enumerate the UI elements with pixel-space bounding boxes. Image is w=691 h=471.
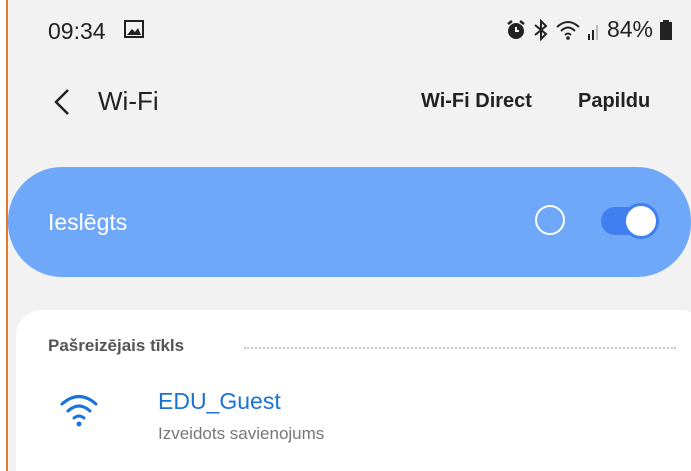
network-ssid: EDU_Guest <box>158 388 281 414</box>
current-network-card: Pašreizējais tīkls EDU_Guest Izveidots s… <box>16 310 691 471</box>
wifi-signal-icon <box>555 19 581 41</box>
cell-signal-icon <box>587 19 601 41</box>
section-title: Pašreizējais tīkls <box>48 336 185 355</box>
section-divider <box>244 347 676 349</box>
app-header: Wi-Fi Wi-Fi Direct Papildu <box>8 62 691 142</box>
bluetooth-icon <box>533 18 549 41</box>
wifi-icon <box>58 390 100 430</box>
wifi-switch[interactable] <box>597 203 661 239</box>
wifi-direct-button[interactable]: Wi-Fi Direct <box>421 90 532 113</box>
status-circle-icon <box>535 205 565 235</box>
network-list-item[interactable]: EDU_Guest Izveidots savienojums <box>16 376 691 446</box>
status-bar: 09:34 84% <box>8 0 691 62</box>
more-options-button[interactable]: Papildu <box>578 90 650 113</box>
battery-icon <box>659 19 673 41</box>
wifi-toggle-card[interactable]: Ieslēgts <box>8 167 691 277</box>
alarm-icon <box>505 19 527 41</box>
switch-thumb <box>623 203 659 239</box>
frame-edge <box>0 0 8 471</box>
wifi-state-label: Ieslēgts <box>48 209 128 235</box>
wifi-settings-screen: 09:34 84% Wi-Fi Wi-Fi Direct Papildu Ies… <box>8 0 691 471</box>
page-title: Wi-Fi <box>98 86 159 116</box>
network-status: Izveidots savienojums <box>158 424 325 443</box>
back-arrow-icon[interactable] <box>50 86 76 118</box>
status-time: 09:34 <box>48 18 106 44</box>
status-icons: 84% <box>505 16 673 43</box>
image-icon <box>124 20 144 38</box>
phone-screen-frame: 09:34 84% Wi-Fi Wi-Fi Direct Papildu Ies… <box>0 0 691 471</box>
battery-percent: 84% <box>606 16 653 42</box>
